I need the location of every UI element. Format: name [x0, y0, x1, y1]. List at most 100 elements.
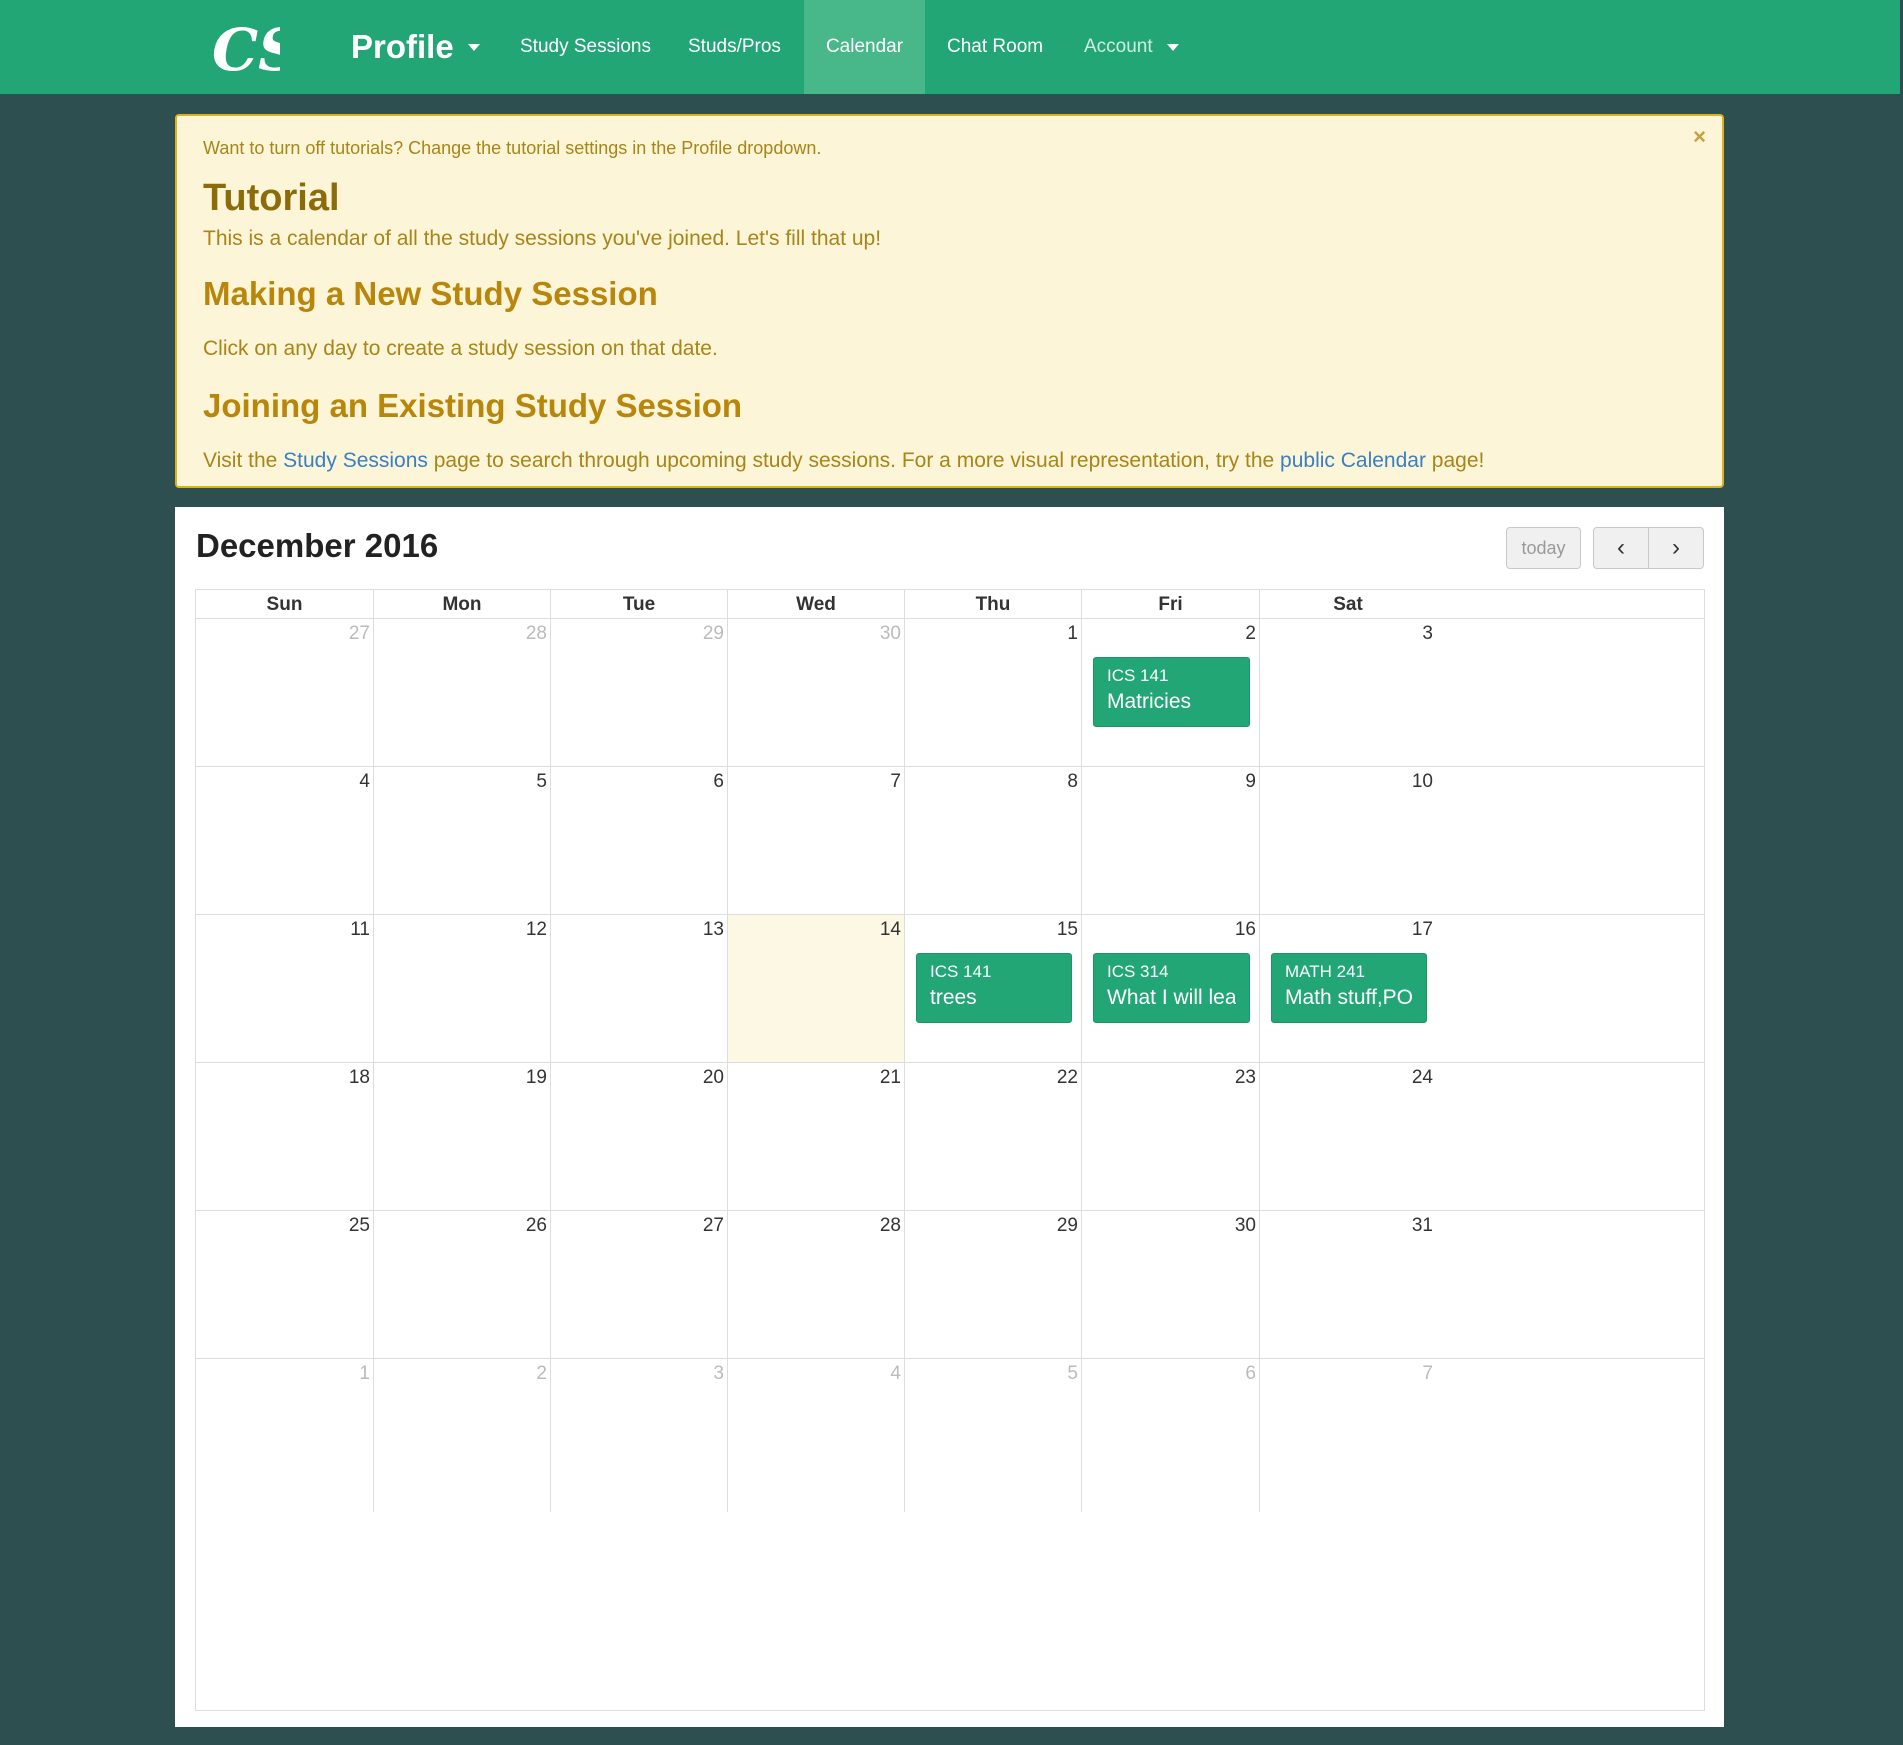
calendar-day[interactable]: 28 — [727, 1211, 904, 1358]
calendar-day[interactable]: 19 — [373, 1063, 550, 1210]
account-dropdown[interactable]: Account — [1062, 0, 1201, 94]
study-session-event[interactable]: ICS 141 Matricies — [1093, 657, 1250, 727]
calendar-day[interactable]: 31 — [1259, 1211, 1436, 1358]
day-number: 30 — [1234, 1215, 1256, 1236]
next-month-button[interactable]: › — [1648, 527, 1704, 569]
tutorial-hint: Want to turn off tutorials? Change the t… — [203, 138, 822, 158]
calendar-day[interactable]: 3 — [550, 1359, 727, 1512]
day-number: 14 — [879, 919, 901, 940]
calendar-week: 27 28 29 30 1 2 ICS 141 Matricies 3 — [196, 619, 1704, 767]
calendar-day[interactable]: 15 ICS 141 trees — [904, 915, 1081, 1062]
event-title: Matricies — [1107, 690, 1192, 713]
day-number: 16 — [1234, 919, 1256, 940]
calendar-day[interactable]: 6 — [1081, 1359, 1259, 1512]
calendar-day[interactable]: 23 — [1081, 1063, 1259, 1210]
calendar-day[interactable]: 2 — [373, 1359, 550, 1512]
close-icon[interactable]: × — [1693, 124, 1706, 150]
calendar-day[interactable]: 6 — [550, 767, 727, 914]
today-button[interactable]: today — [1506, 527, 1581, 569]
calendar-day[interactable]: 9 — [1081, 767, 1259, 914]
day-number: 6 — [1245, 1363, 1256, 1384]
join-session-text: Visit the Study Sessions page to search … — [203, 449, 1485, 472]
event-course: MATH 241 — [1285, 962, 1365, 981]
calendar-day[interactable]: 22 — [904, 1063, 1081, 1210]
weekday-sat: Sat — [1259, 590, 1436, 619]
cs-logo-icon[interactable]: CS — [210, 14, 280, 80]
day-number: 23 — [1234, 1067, 1256, 1088]
calendar-day[interactable]: 29 — [904, 1211, 1081, 1358]
calendar-day[interactable]: 16 ICS 314 What I will learn v — [1081, 915, 1259, 1062]
public-calendar-link[interactable]: public Calendar — [1280, 449, 1426, 472]
event-course: ICS 141 — [930, 962, 992, 981]
calendar-day[interactable]: 17 MATH 241 Math stuff,POG^: — [1259, 915, 1436, 1062]
calendar-day[interactable]: 10 — [1259, 767, 1436, 914]
profile-label: Profile — [351, 28, 454, 65]
day-number: 17 — [1411, 919, 1433, 940]
calendar-day[interactable]: 30 — [727, 619, 904, 766]
calendar-grid: Sun Mon Tue Wed Thu Fri Sat 27 28 29 30 1 2 ICS 141 M… — [195, 589, 1705, 1711]
study-sessions-link[interactable]: Study Sessions — [283, 449, 428, 472]
calendar-panel: December 2016 today ‹ › Sun Mon Tue Wed Thu F… — [175, 507, 1724, 1727]
weekday-mon: Mon — [373, 590, 550, 619]
calendar-day[interactable]: 28 — [373, 619, 550, 766]
day-number: 11 — [350, 919, 370, 940]
calendar-week: 25 26 27 28 29 30 31 — [196, 1211, 1704, 1359]
day-number: 31 — [1411, 1215, 1433, 1236]
calendar-day[interactable]: 5 — [904, 1359, 1081, 1512]
top-navbar: CS Profile Study Sessions Studs/Pros Cal… — [0, 0, 1900, 94]
calendar-day[interactable]: 8 — [904, 767, 1081, 914]
calendar-day[interactable]: 29 — [550, 619, 727, 766]
day-number: 27 — [702, 1215, 724, 1236]
nav-calendar[interactable]: Calendar — [804, 0, 925, 94]
calendar-day[interactable]: 21 — [727, 1063, 904, 1210]
day-number: 22 — [1056, 1067, 1078, 1088]
calendar-day[interactable]: 27 — [550, 1211, 727, 1358]
study-session-event[interactable]: ICS 141 trees — [916, 953, 1072, 1023]
day-number: 8 — [1067, 771, 1078, 792]
calendar-day[interactable]: 11 — [196, 915, 373, 1062]
day-number: 5 — [1067, 1363, 1078, 1384]
day-number: 28 — [879, 1215, 901, 1236]
calendar-day[interactable]: 5 — [373, 767, 550, 914]
nav-chat-room[interactable]: Chat Room — [925, 0, 1065, 94]
calendar-day[interactable]: 1 — [196, 1359, 373, 1512]
calendar-day[interactable]: 13 — [550, 915, 727, 1062]
calendar-day[interactable]: 1 — [904, 619, 1081, 766]
tutorial-intro: This is a calendar of all the study sess… — [203, 227, 882, 250]
profile-dropdown[interactable]: Profile — [351, 0, 480, 94]
day-number: 20 — [702, 1067, 724, 1088]
day-number: 4 — [359, 771, 370, 792]
calendar-day[interactable]: 27 — [196, 619, 373, 766]
calendar-day[interactable]: 7 — [1259, 1359, 1436, 1512]
nav-study-sessions[interactable]: Study Sessions — [498, 0, 673, 94]
calendar-day[interactable]: 24 — [1259, 1063, 1436, 1210]
nav-studs-pros[interactable]: Studs/Pros — [666, 0, 803, 94]
calendar-day[interactable]: 20 — [550, 1063, 727, 1210]
new-session-heading: Making a New Study Session — [203, 275, 658, 312]
study-session-event[interactable]: MATH 241 Math stuff,POG^: — [1271, 953, 1427, 1023]
day-number: 12 — [525, 919, 547, 940]
calendar-day[interactable]: 3 — [1259, 619, 1436, 766]
day-number: 7 — [1422, 1363, 1433, 1384]
calendar-day[interactable]: 2 ICS 141 Matricies — [1081, 619, 1259, 766]
calendar-day[interactable]: 30 — [1081, 1211, 1259, 1358]
calendar-day[interactable]: 25 — [196, 1211, 373, 1358]
event-title: What I will learn v — [1107, 986, 1236, 1009]
calendar-day[interactable]: 26 — [373, 1211, 550, 1358]
weekday-wed: Wed — [727, 590, 904, 619]
prev-month-button[interactable]: ‹ — [1593, 527, 1649, 569]
calendar-day[interactable]: 4 — [727, 1359, 904, 1512]
weekday-thu: Thu — [904, 590, 1081, 619]
day-number: 1 — [359, 1363, 370, 1384]
day-number: 29 — [1056, 1215, 1078, 1236]
calendar-day[interactable]: 4 — [196, 767, 373, 914]
calendar-day[interactable]: 18 — [196, 1063, 373, 1210]
calendar-day[interactable]: 7 — [727, 767, 904, 914]
calendar-title: December 2016 — [196, 527, 439, 564]
weekday-header: Sun Mon Tue Wed Thu Fri Sat — [196, 590, 1704, 619]
calendar-day[interactable]: 12 — [373, 915, 550, 1062]
study-session-event[interactable]: ICS 314 What I will learn v — [1093, 953, 1250, 1023]
weekday-tue: Tue — [550, 590, 727, 619]
calendar-day-today[interactable]: 14 — [727, 915, 904, 1062]
day-number: 9 — [1245, 771, 1256, 792]
